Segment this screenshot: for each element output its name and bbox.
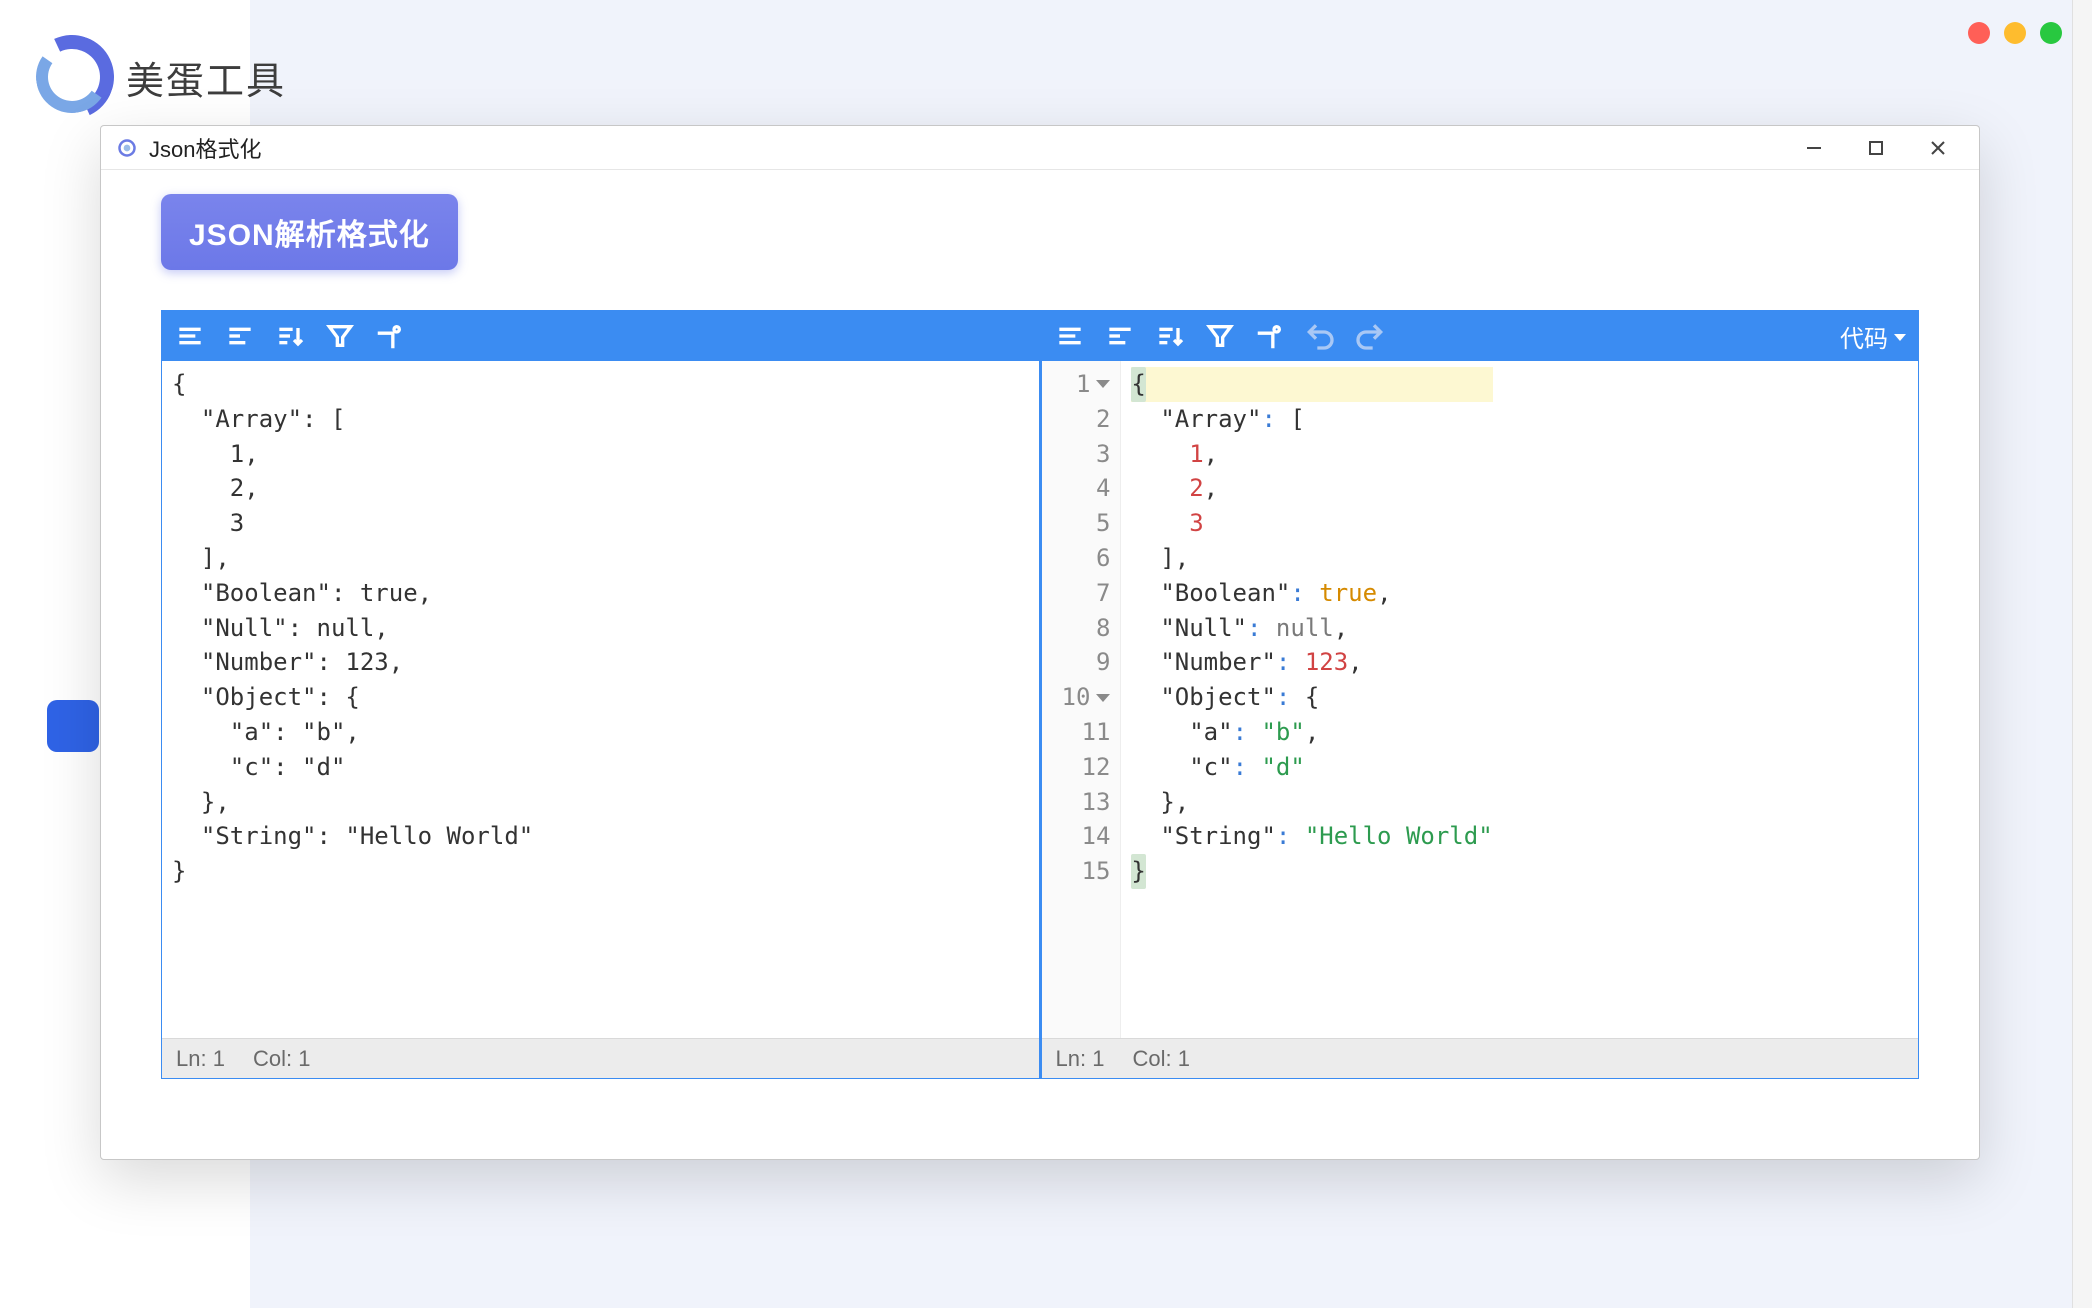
code-line[interactable]: "a": "b", <box>1131 715 1492 750</box>
gutter-line: 14 <box>1062 819 1111 854</box>
code-line[interactable]: 2, <box>1131 471 1492 506</box>
format-json-button[interactable]: JSON解析格式化 <box>161 194 458 270</box>
gutter-line: 6 <box>1062 541 1111 576</box>
output-code-text[interactable]: { "Array": [ 1, 2, 3 ], "Boolean": true,… <box>1121 361 1502 1038</box>
collapse-icon[interactable] <box>224 320 256 352</box>
code-line[interactable]: } <box>1131 854 1492 889</box>
gutter-line: 1 <box>1062 367 1111 402</box>
code-line[interactable]: "String": "Hello World" <box>1131 819 1492 854</box>
fold-caret-icon[interactable] <box>1096 380 1110 388</box>
gutter-line: 10 <box>1062 680 1111 715</box>
input-statusbar: Ln: 1 Col: 1 <box>162 1038 1039 1078</box>
gutter-line: 7 <box>1062 576 1111 611</box>
code-line[interactable]: "Array": [ <box>1131 402 1492 437</box>
collapse-icon[interactable] <box>1104 320 1136 352</box>
input-ln: Ln: 1 <box>176 1046 225 1072</box>
mac-minimize-icon[interactable] <box>2004 22 2026 44</box>
gutter-line: 13 <box>1062 785 1111 820</box>
sidebar-active-indicator <box>47 700 99 752</box>
settings-icon[interactable] <box>374 320 406 352</box>
app-name: 美蛋工具 <box>126 50 286 105</box>
window-title: Json格式化 <box>149 132 261 164</box>
gutter-line: 3 <box>1062 437 1111 472</box>
sort-icon[interactable] <box>274 320 306 352</box>
window-body: JSON解析格式化 { "Array": [ 1, 2, 3 ], "Boole… <box>101 170 1979 1159</box>
app-logo-icon <box>30 35 114 119</box>
window-minimize-button[interactable] <box>1783 127 1845 169</box>
filter-icon[interactable] <box>1204 320 1236 352</box>
gutter-line: 2 <box>1062 402 1111 437</box>
redo-icon[interactable] <box>1354 320 1386 352</box>
output-pane: 代码 123456789101112131415 { "Array": [ 1,… <box>1039 311 1919 1078</box>
window-app-icon <box>115 136 139 160</box>
gutter-line: 9 <box>1062 645 1111 680</box>
output-statusbar: Ln: 1 Col: 1 <box>1042 1038 1919 1078</box>
input-pane: { "Array": [ 1, 2, 3 ], "Boolean": true,… <box>162 311 1039 1078</box>
chevron-down-icon <box>1894 334 1906 341</box>
mac-close-icon[interactable] <box>1968 22 1990 44</box>
window-maximize-button[interactable] <box>1845 127 1907 169</box>
window-close-button[interactable] <box>1907 127 1969 169</box>
code-line[interactable]: ], <box>1131 541 1492 576</box>
code-line[interactable]: "Object": { <box>1131 680 1492 715</box>
code-line[interactable]: { <box>1131 367 1492 402</box>
fold-caret-icon[interactable] <box>1096 694 1110 702</box>
view-mode-label: 代码 <box>1840 319 1888 354</box>
expand-icon[interactable] <box>1054 320 1086 352</box>
input-code-text[interactable]: { "Array": [ 1, 2, 3 ], "Boolean": true,… <box>162 361 543 1038</box>
gutter-line: 15 <box>1062 854 1111 889</box>
gutter-line: 8 <box>1062 611 1111 646</box>
code-line[interactable]: "c": "d" <box>1131 750 1492 785</box>
output-toolbar: 代码 <box>1042 311 1919 361</box>
code-line[interactable]: 1, <box>1131 437 1492 472</box>
json-formatter-window: Json格式化 JSON解析格式化 { "Array": [ 1, 2, 3 ]… <box>100 125 1980 1160</box>
input-toolbar <box>162 311 1039 361</box>
window-titlebar[interactable]: Json格式化 <box>101 126 1979 170</box>
input-col: Col: 1 <box>253 1046 311 1072</box>
view-mode-dropdown[interactable]: 代码 <box>1840 319 1906 354</box>
output-gutter: 123456789101112131415 <box>1042 361 1122 1038</box>
settings-icon[interactable] <box>1254 320 1286 352</box>
undo-icon[interactable] <box>1304 320 1336 352</box>
editor-pair: { "Array": [ 1, 2, 3 ], "Boolean": true,… <box>161 310 1919 1079</box>
gutter-line: 5 <box>1062 506 1111 541</box>
gutter-line: 12 <box>1062 750 1111 785</box>
sort-icon[interactable] <box>1154 320 1186 352</box>
filter-icon[interactable] <box>324 320 356 352</box>
output-ln: Ln: 1 <box>1056 1046 1105 1072</box>
app-header: 美蛋工具 <box>30 35 286 119</box>
gutter-line: 11 <box>1062 715 1111 750</box>
page-scrollbar[interactable] <box>2072 0 2092 1308</box>
code-line[interactable]: }, <box>1131 785 1492 820</box>
output-col: Col: 1 <box>1132 1046 1190 1072</box>
mac-window-controls <box>1968 22 2062 44</box>
code-line[interactable]: "Null": null, <box>1131 611 1492 646</box>
output-code-area[interactable]: 123456789101112131415 { "Array": [ 1, 2,… <box>1042 361 1919 1038</box>
expand-icon[interactable] <box>174 320 206 352</box>
code-line[interactable]: "Boolean": true, <box>1131 576 1492 611</box>
window-controls <box>1783 127 1969 169</box>
input-code-area[interactable]: { "Array": [ 1, 2, 3 ], "Boolean": true,… <box>162 361 1039 1038</box>
gutter-line: 4 <box>1062 471 1111 506</box>
mac-zoom-icon[interactable] <box>2040 22 2062 44</box>
code-line[interactable]: 3 <box>1131 506 1492 541</box>
code-line[interactable]: "Number": 123, <box>1131 645 1492 680</box>
